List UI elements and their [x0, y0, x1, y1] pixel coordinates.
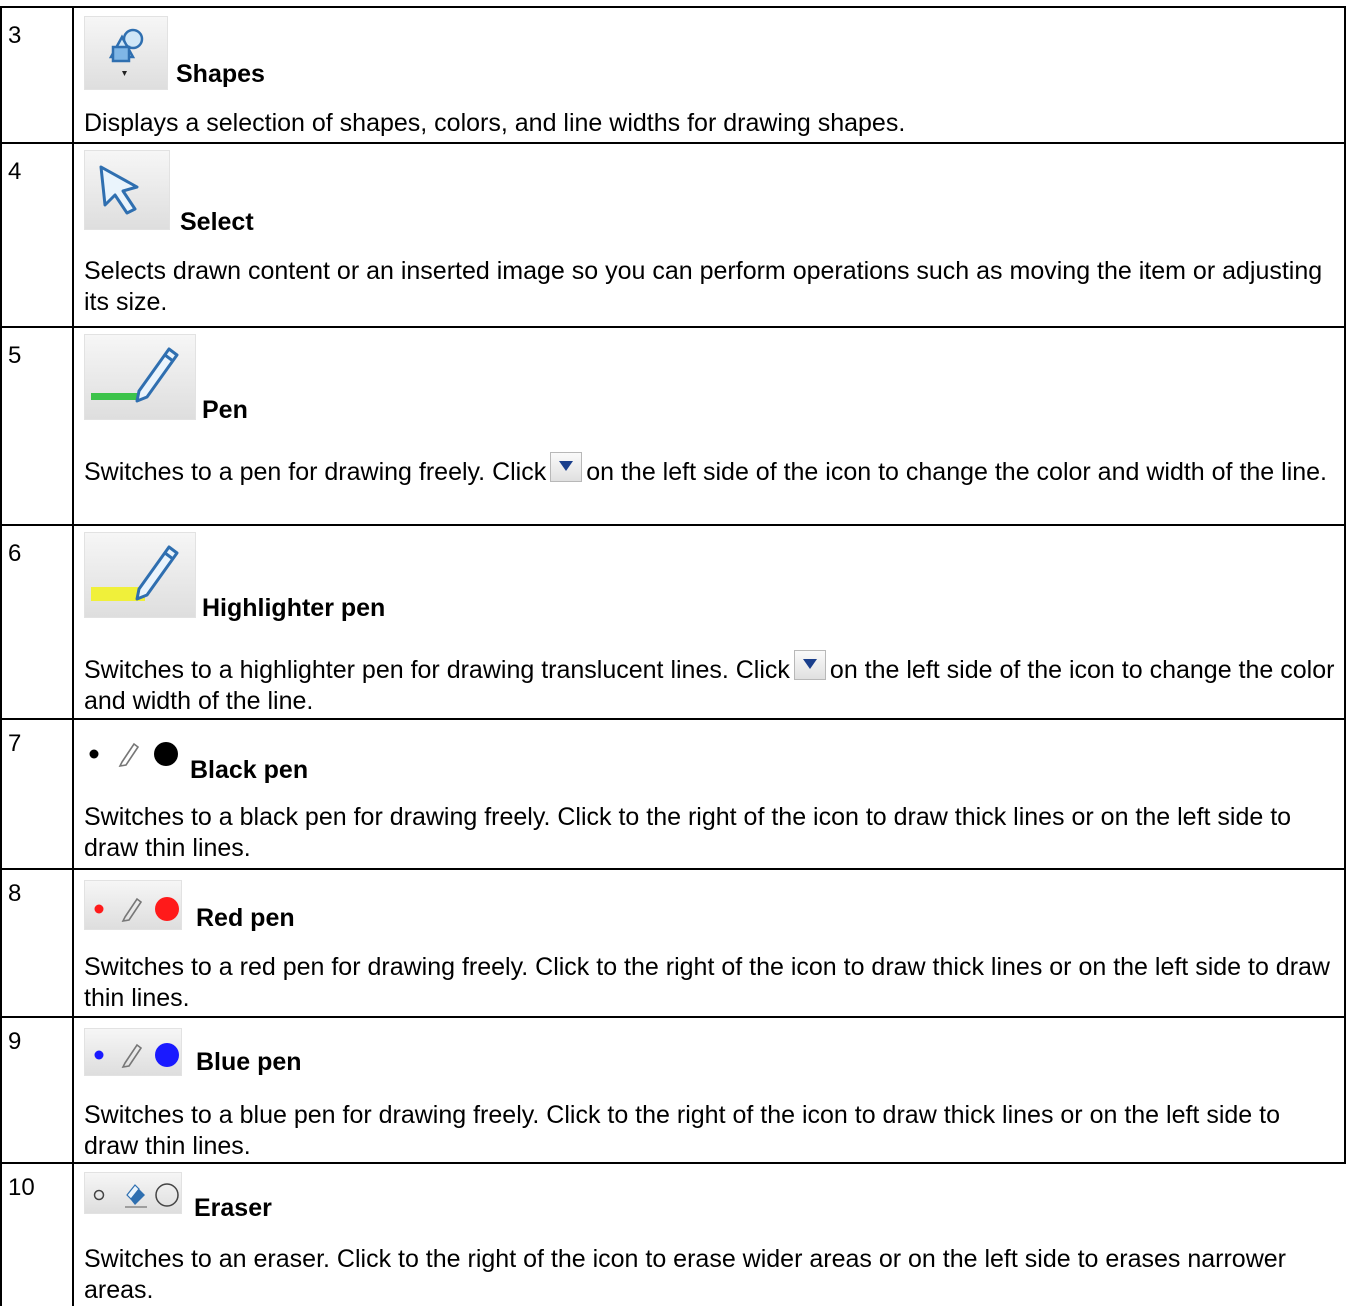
- table-row: 7 Black pen Switches to a black pen for …: [0, 718, 1346, 868]
- table-row: 4 Select Selects drawn content or an ins…: [0, 142, 1346, 326]
- table-row: 6 Highlighter pen Switches to a highligh…: [0, 524, 1346, 718]
- table-row: 10 Eraser Switches to an eraser. Click t…: [0, 1162, 1346, 1306]
- tool-description: Switches to a red pen for drawing freely…: [84, 953, 1330, 1012]
- row-number: 4: [8, 158, 22, 185]
- row-number: 8: [8, 880, 22, 907]
- table-row: 3 Shapes Displays a selection of shapes,…: [0, 6, 1346, 142]
- row-number: 6: [8, 540, 22, 567]
- dropdown-arrow-icon: [550, 452, 583, 482]
- eraser-icon[interactable]: [84, 1172, 182, 1214]
- tool-description: Switches to a pen for drawing freely. Cl…: [84, 452, 1340, 488]
- pen-icon[interactable]: [84, 334, 196, 420]
- red-pen-icon[interactable]: [84, 880, 182, 930]
- tool-title: Pen: [202, 396, 248, 424]
- tool-description: Selects drawn content or an inserted ima…: [84, 257, 1323, 316]
- table-row: 8 Red pen Switches to a red pen for draw…: [0, 868, 1346, 1016]
- row-number: 7: [8, 730, 22, 757]
- tool-description: Switches to an eraser. Click to the righ…: [84, 1245, 1286, 1304]
- row-number: 9: [8, 1028, 22, 1055]
- tool-title: Blue pen: [196, 1048, 302, 1076]
- table-row: 9 Blue pen Switches to a blue pen for dr…: [0, 1016, 1346, 1162]
- tool-title: Eraser: [194, 1194, 272, 1222]
- blue-pen-icon[interactable]: [84, 1028, 182, 1076]
- tool-description: Switches to a blue pen for drawing freel…: [84, 1101, 1280, 1160]
- black-pen-icon[interactable]: [84, 728, 182, 772]
- select-arrow-icon[interactable]: [84, 150, 170, 230]
- row-number: 5: [8, 342, 22, 369]
- tool-title: Select: [180, 208, 254, 236]
- highlighter-icon[interactable]: [84, 532, 196, 618]
- tool-description: Displays a selection of shapes, colors, …: [84, 109, 906, 137]
- shapes-icon[interactable]: [84, 16, 168, 90]
- tool-description: Switches to a black pen for drawing free…: [84, 803, 1292, 862]
- tool-title: Highlighter pen: [202, 594, 386, 622]
- tool-title: Shapes: [176, 60, 265, 88]
- row-number: 10: [8, 1174, 35, 1201]
- dropdown-arrow-icon: [793, 650, 826, 680]
- row-number: 3: [8, 22, 22, 49]
- table-row: 5 Pen Switches to a pen for drawing free…: [0, 326, 1346, 524]
- tool-title: Red pen: [196, 904, 295, 932]
- tool-title: Black pen: [190, 756, 309, 784]
- tool-description: Switches to a highlighter pen for drawin…: [84, 650, 1340, 717]
